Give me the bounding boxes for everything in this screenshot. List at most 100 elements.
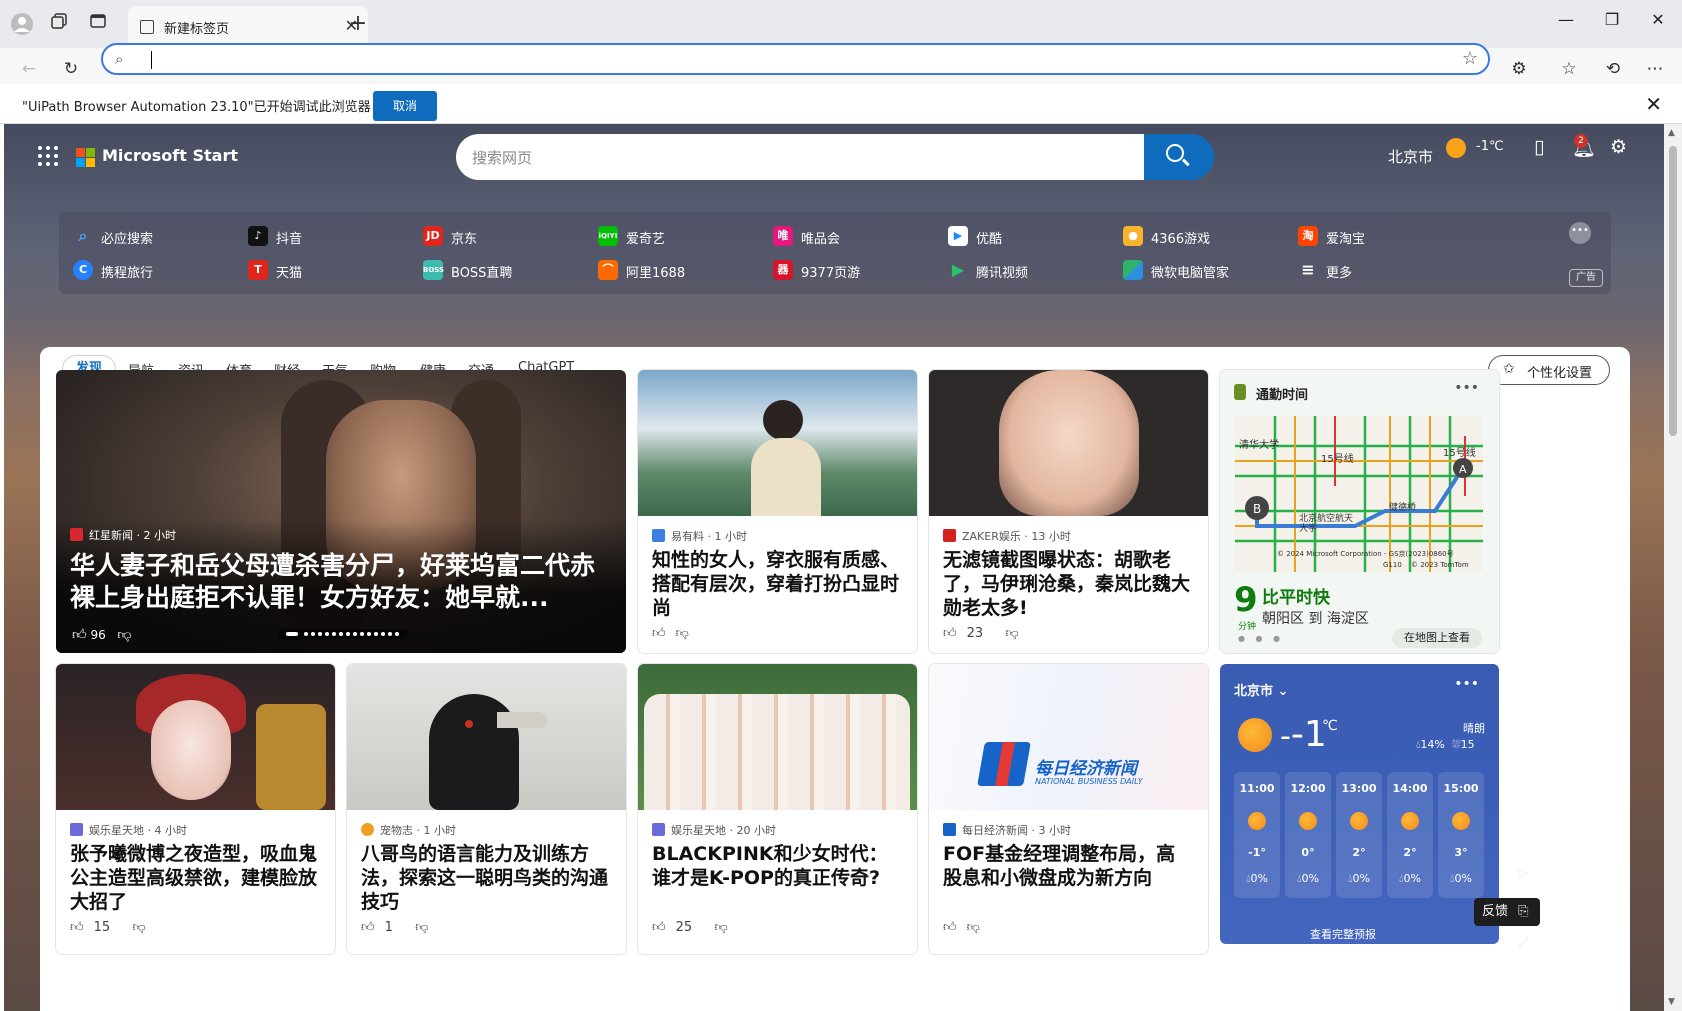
weather-options-icon[interactable]: ••• <box>1454 676 1479 692</box>
minimize-icon[interactable]: — <box>1546 10 1586 29</box>
sparkle-star-icon: ✩ <box>1503 361 1515 377</box>
hourly-forecast-item[interactable]: 14:00 2° 💧︎0% <box>1387 772 1433 898</box>
view-on-map-button[interactable]: 在地图上查看 <box>1392 628 1482 648</box>
like-icon[interactable]: 👍︎ <box>943 626 957 641</box>
brand-title[interactable]: Microsoft Start <box>102 146 238 165</box>
hero-title[interactable]: 华人妻子和岳父母遭杀害分尸，好莱坞富二代赤裸上身出庭拒不认罪！女方好友：她早就.… <box>70 550 610 614</box>
header-temperature[interactable]: -1℃ <box>1476 139 1504 154</box>
settings-menu-icon[interactable]: ⋯ <box>1640 54 1670 84</box>
address-bar-input[interactable]: ⌕ ☆ <box>101 43 1490 75</box>
aitaobao-icon: 淘 <box>1298 226 1318 246</box>
play-icon[interactable]: ▷ <box>1518 866 1528 881</box>
hourly-forecast-item[interactable]: 15:00 3° 💧︎0% <box>1438 772 1484 898</box>
window-close-icon[interactable]: ✕ <box>1638 10 1678 29</box>
commute-status: 比平时快 <box>1262 588 1330 608</box>
card-title[interactable]: 无滤镜截图曝状态：胡歌老了，马伊琍沧桑，秦岚比魏大勋老太多! <box>943 548 1194 620</box>
scrollbar-thumb[interactable] <box>1669 146 1677 436</box>
card-title[interactable]: 张予曦微博之夜造型，吸血鬼公主造型高级禁欲，建模脸放大招了 <box>70 842 321 914</box>
history-icon[interactable]: ⟲ <box>1598 54 1628 84</box>
quick-links-options-icon[interactable]: ••• <box>1569 222 1591 244</box>
source-logo-icon <box>652 529 665 542</box>
profile-icon[interactable] <box>10 12 34 36</box>
restore-icon[interactable]: ❐ <box>1592 10 1632 29</box>
commute-minutes-unit: 分钟 <box>1238 622 1257 632</box>
hero-news-card[interactable]: 红星新闻 · 2 小时 华人妻子和岳父母遭杀害分尸，好莱坞富二代赤裸上身出庭拒不… <box>56 370 626 653</box>
web-search-input[interactable]: 搜索网页 <box>456 134 1148 180</box>
dislike-icon[interactable]: 👎︎ <box>117 627 131 643</box>
new-tab-favicon-icon <box>140 20 154 34</box>
news-card[interactable]: 易有料 · 1 小时 知性的女人，穿衣服有质感、搭配有层次，穿着打扮凸显时尚 👍… <box>638 370 917 653</box>
refresh-icon[interactable]: ↻ <box>56 54 86 84</box>
commute-title: 通勤时间 <box>1256 388 1309 403</box>
quick-links-panel: ⌕ 必应搜索 ♪ 抖音 JD 京东 iQIYI 爱奇艺 唯唯品会 ▶ 优酷 ● 4366游戏… <box>59 212 1611 294</box>
hero-reactions: 👍︎ 96 👎︎ <box>72 627 132 643</box>
news-card[interactable]: 娱乐星天地 · 4 小时 张予曦微博之夜造型，吸血鬼公主造型高级禁欲，建模脸放大… <box>56 664 335 954</box>
card-title[interactable]: 知性的女人，穿衣服有质感、搭配有层次，穿着打扮凸显时尚 <box>652 548 903 620</box>
source-logo-icon <box>943 529 956 542</box>
apps-launcher-icon[interactable] <box>38 146 58 166</box>
commute-map[interactable]: B A 清华大学 15号线 15号线 北京航空航天大学 健德桥 © 2024 M… <box>1235 416 1483 572</box>
commute-pager[interactable]: ● ● ● <box>1238 634 1284 643</box>
like-icon[interactable]: 👍︎ <box>70 920 84 935</box>
infobar-message: "UiPath Browser Automation 23.10"已开始调试此浏… <box>22 100 371 115</box>
tab-new-tab[interactable]: 新建标签页 ✕ <box>128 6 368 48</box>
carousel-pager[interactable] <box>278 629 408 639</box>
cancel-debug-button[interactable]: 取消 <box>373 91 437 121</box>
full-forecast-link[interactable]: 查看完整预报 <box>1310 926 1376 942</box>
commute-card[interactable]: 通勤时间 ••• B A 清华大学 15号线 15号线 北京航空航天大学 健德桥… <box>1220 370 1499 653</box>
page-scrollbar[interactable]: ▲ ▼ <box>1664 124 1682 1011</box>
weather-city[interactable]: 北京市 ⌄ <box>1234 680 1288 699</box>
dislike-icon[interactable]: 👎︎ <box>676 626 689 641</box>
search-icon: ⌕ <box>115 50 124 68</box>
hourly-forecast-item[interactable]: 11:00 -1° 💧︎0% <box>1234 772 1280 898</box>
page-settings-gear-icon[interactable]: ⚙ <box>1610 136 1627 158</box>
map-label: 健德桥 <box>1389 503 1417 513</box>
sunny-icon <box>1238 718 1272 752</box>
like-icon[interactable]: 👍︎ <box>361 920 375 935</box>
phone-icon[interactable]: ▯ <box>1534 136 1544 158</box>
dislike-icon[interactable]: 👎︎ <box>415 920 428 935</box>
scroll-up-icon[interactable]: ▲ <box>1668 128 1675 138</box>
add-favorite-star-icon[interactable]: ☆ <box>1462 48 1478 69</box>
expand-icon[interactable]: ⤢ <box>1518 936 1528 951</box>
dislike-icon[interactable]: 👎︎ <box>1006 626 1019 641</box>
like-icon[interactable]: 👍︎ <box>652 920 666 935</box>
map-copyright: © 2024 Microsoft Corporation - GS京(2023)… <box>1277 550 1454 558</box>
infobar-close-icon[interactable]: ✕ <box>1645 92 1662 116</box>
card-title[interactable]: 八哥鸟的语言能力及训练方法，探索这一聪明鸟类的沟通技巧 <box>361 842 612 914</box>
like-icon[interactable]: 👍︎ <box>652 626 666 641</box>
svg-text:B: B <box>1253 502 1261 516</box>
tencent-video-icon: ▶ <box>951 260 965 279</box>
bing-search-icon: ⌕ <box>78 226 88 245</box>
nbd-logo-en: NATIONAL BUSINESS DAILY <box>1035 777 1143 786</box>
search-button[interactable] <box>1144 134 1214 180</box>
feedback-button[interactable]: 反馈 ⎘ <box>1474 898 1540 926</box>
back-arrow-icon[interactable]: ← <box>14 54 44 84</box>
vertical-tabs-icon[interactable] <box>86 12 110 36</box>
dislike-icon[interactable]: 👎︎ <box>967 920 980 935</box>
dislike-icon[interactable]: 👎︎ <box>133 920 146 935</box>
notification-badge: 2 <box>1574 134 1588 148</box>
news-card[interactable]: ZAKER娱乐 · 13 小时 无滤镜截图曝状态：胡歌老了，马伊琍沧桑，秦岚比魏… <box>929 370 1208 653</box>
like-icon[interactable]: 👍︎ <box>72 627 87 643</box>
hourly-forecast-item[interactable]: 13:00 2° 💧︎0% <box>1336 772 1382 898</box>
card-title[interactable]: BLACKPINK和少女时代：谁才是K-POP的真正传奇? <box>652 842 903 890</box>
like-icon[interactable]: 👍︎ <box>943 920 957 935</box>
news-card[interactable]: 每日经济新闻 NATIONAL BUSINESS DAILY 每日经济新闻 · … <box>929 664 1208 954</box>
dislike-icon[interactable]: 👎︎ <box>715 920 728 935</box>
douyin-icon: ♪ <box>248 226 268 246</box>
commute-options-icon[interactable]: ••• <box>1454 380 1479 396</box>
news-card[interactable]: 宠物志 · 1 小时 八哥鸟的语言能力及训练方法，探索这一聪明鸟类的沟通技巧 👍… <box>347 664 626 954</box>
scroll-down-icon[interactable]: ▼ <box>1668 997 1675 1007</box>
news-card[interactable]: 娱乐星天地 · 20 小时 BLACKPINK和少女时代：谁才是K-POP的真正… <box>638 664 917 954</box>
ctrip-icon: C <box>73 260 93 280</box>
extensions-icon[interactable]: ⚙ <box>1504 54 1534 84</box>
header-city[interactable]: 北京市 <box>1388 146 1433 167</box>
new-tab-plus-icon[interactable]: + <box>346 12 370 36</box>
hourly-forecast-item[interactable]: 12:00 0° 💧︎0% <box>1285 772 1331 898</box>
weather-card[interactable]: 北京市 ⌄ ••• --1 ℃ 晴朗 💧︎14% ⛆15 11:00 -1° 💧︎0… <box>1220 664 1499 944</box>
personalize-button[interactable]: ✩ 个性化设置 <box>1488 355 1610 385</box>
workspaces-icon[interactable] <box>48 12 72 36</box>
card-title[interactable]: FOF基金经理调整布局，高股息和小微盘成为新方向 <box>943 842 1194 890</box>
favorites-icon[interactable]: ☆ <box>1554 54 1584 84</box>
